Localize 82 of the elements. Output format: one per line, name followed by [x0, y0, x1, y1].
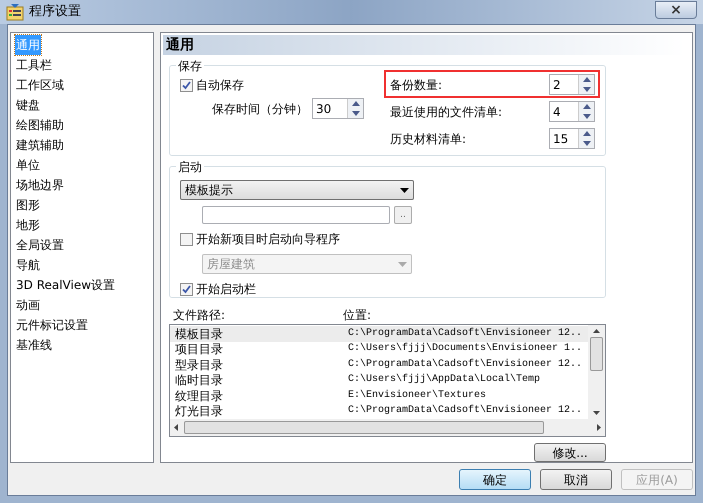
spinner-label: 历史材料清单: — [390, 130, 468, 148]
path-name: 型录目录 — [175, 358, 224, 372]
close-button[interactable]: × — [655, 1, 697, 19]
path-location: C:\ProgramData\Cadsoft\Envisioneer 12.. — [348, 358, 582, 372]
horizontal-scrollbar[interactable] — [170, 419, 605, 436]
checkbox-label: 开始新项目时启动向导程序 — [196, 231, 340, 248]
sidebar-item[interactable]: 3D RealView设置 — [15, 275, 116, 295]
sidebar-item[interactable]: 图形 — [15, 195, 41, 215]
spinner-label: 最近使用的文件清单: — [390, 104, 504, 120]
spin-arrows[interactable] — [578, 75, 594, 94]
sidebar-item[interactable]: 建筑辅助 — [15, 135, 65, 155]
spin-field[interactable]: 4 — [549, 101, 595, 122]
spin-value: 15 — [552, 130, 570, 148]
spin-arrows[interactable] — [347, 99, 363, 118]
group-title: 保存 — [176, 57, 204, 75]
path-location: C:\ProgramData\Cadsoft\Envisioneer 12.. — [348, 404, 582, 418]
scroll-right-icon[interactable] — [597, 424, 601, 431]
path-location: C:\Users\fjjj\AppData\Local\Temp — [348, 373, 540, 388]
vertical-scrollbar[interactable] — [588, 325, 605, 419]
sidebar-item[interactable]: 基准线 — [15, 335, 53, 355]
spin-field[interactable]: 30 — [312, 98, 364, 119]
checkmark-icon — [182, 284, 191, 294]
spin-field[interactable]: 15 — [549, 128, 595, 149]
sidebar-item[interactable]: 导航 — [15, 255, 41, 275]
column-header: 文件路径: — [173, 307, 226, 324]
spin-field[interactable]: 2 — [549, 74, 595, 95]
sidebar-item[interactable]: 工作区域 — [15, 75, 65, 95]
sidebar-item[interactable]: 元件标记设置 — [15, 315, 89, 335]
column-header: 位置: — [343, 307, 372, 324]
checkbox[interactable] — [180, 282, 193, 296]
sidebar-item[interactable]: 动画 — [15, 295, 41, 315]
path-row[interactable]: 项目目录 C:\Users\fjjj\Documents\Envisioneer 1.. — [170, 342, 588, 357]
dialog-button[interactable]: 取消 — [540, 469, 612, 490]
scroll-thumb[interactable] — [184, 421, 544, 434]
path-name: 临时目录 — [175, 373, 224, 388]
template-dropdown[interactable]: 模板提示 — [180, 180, 414, 200]
caret-icon — [400, 188, 409, 192]
spin-value: 2 — [552, 76, 562, 94]
caret-icon — [398, 262, 407, 266]
checkmark-icon — [182, 80, 191, 90]
template-path-field[interactable] — [202, 206, 390, 224]
path-location: C:\Users\fjjj\Documents\Envisioneer 1.. — [348, 342, 582, 356]
path-location: C:\ProgramData\Cadsoft\Envisioneer 12.. — [348, 326, 582, 341]
scroll-up-icon[interactable] — [593, 329, 600, 333]
checkbox-label: 自动保存 — [196, 77, 244, 94]
spin-value: 30 — [315, 100, 332, 118]
window-title: 程序设置 — [29, 3, 82, 22]
sidebar-item[interactable]: 全局设置 — [15, 235, 65, 255]
checkbox-label: 开始启动栏 — [196, 281, 256, 298]
sidebar-item[interactable]: 工具栏 — [15, 55, 53, 75]
path-row[interactable]: 临时目录 C:\Users\fjjj\AppData\Local\Temp — [170, 372, 588, 388]
spinner-label: 备份数量: — [390, 76, 444, 94]
sidebar-item[interactable]: 单位 — [15, 155, 41, 175]
path-name: 纹理目录 — [175, 388, 224, 403]
path-row[interactable]: 型录目录 C:\ProgramData\Cadsoft\Envisioneer 12.. — [170, 357, 588, 372]
dropdown-value: 模板提示 — [185, 182, 234, 199]
path-row[interactable]: 纹理目录 E:\Envisioneer\Textures — [170, 388, 588, 404]
scroll-thumb[interactable] — [590, 337, 603, 371]
spin-arrows[interactable] — [578, 129, 594, 148]
path-row[interactable]: 灯光目录 C:\ProgramData\Cadsoft\Envisioneer 12.. — [170, 404, 588, 419]
checkbox[interactable] — [180, 232, 193, 246]
sidebar-item[interactable]: 地形 — [15, 215, 41, 235]
spin-value: 4 — [552, 104, 562, 120]
sidebar-item[interactable]: 键盘 — [15, 95, 41, 115]
sidebar-item[interactable]: 场地边界 — [15, 175, 65, 195]
dialog-button[interactable]: 确定 — [459, 469, 531, 490]
path-location: E:\Envisioneer\Textures — [348, 388, 486, 403]
scroll-left-icon[interactable] — [174, 424, 178, 431]
path-name: 灯光目录 — [175, 404, 224, 418]
group-title: 启动 — [176, 158, 204, 176]
interval-label: 保存时间（分钟） — [212, 100, 308, 118]
browse-button[interactable]: .. — [394, 206, 412, 224]
checkbox[interactable] — [180, 78, 193, 92]
path-row[interactable]: 模板目录 C:\ProgramData\Cadsoft\Envisioneer 12.. — [170, 326, 588, 342]
spin-arrows[interactable] — [578, 102, 594, 121]
modify-button[interactable]: 修改... — [534, 443, 606, 462]
dropdown-value: 房屋建筑 — [207, 256, 256, 273]
path-name: 模板目录 — [175, 326, 224, 341]
path-name: 项目目录 — [175, 342, 224, 356]
scroll-down-icon[interactable] — [593, 411, 600, 415]
app-icon — [6, 4, 24, 20]
sidebar-item[interactable]: 绘图辅助 — [15, 115, 65, 135]
